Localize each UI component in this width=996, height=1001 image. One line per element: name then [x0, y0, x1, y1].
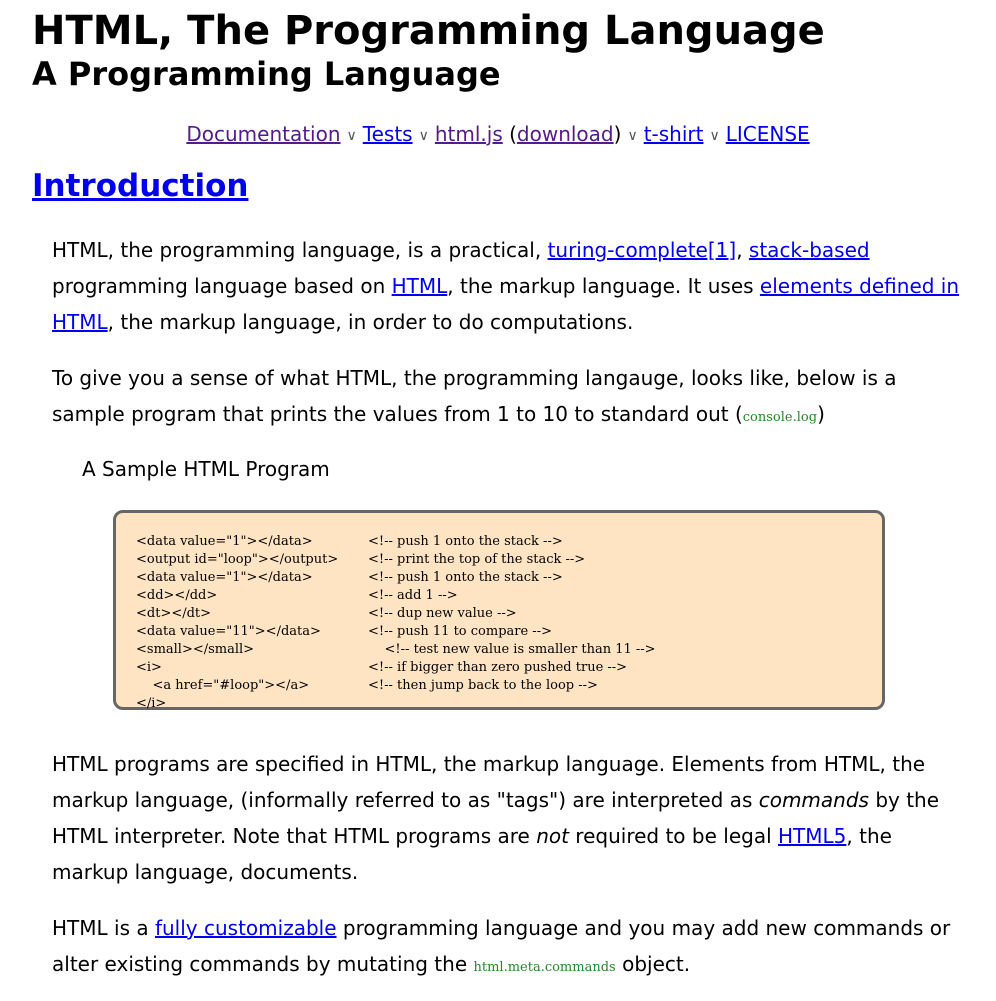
text: ): [817, 402, 825, 426]
code-comment: <!-- print the top of the stack -->: [368, 552, 586, 567]
code-comment: <!-- dup new value -->: [368, 606, 517, 621]
nav-link-tests[interactable]: Tests: [363, 122, 413, 146]
separator-icon: ∨: [418, 128, 429, 144]
code-statement: <data value="1"></data>: [136, 534, 313, 549]
code-line: <small></small> <!-- test new value is s…: [136, 641, 882, 659]
intro-paragraph-4: HTML is a fully customizable programming…: [32, 910, 964, 986]
nav-link-htmljs[interactable]: html.js: [435, 122, 503, 146]
page-subtitle: A Programming Language: [32, 55, 501, 93]
nav-link-download[interactable]: download: [517, 122, 614, 146]
nav-link-tshirt[interactable]: t-shirt: [644, 122, 704, 146]
link-stack-based[interactable]: stack-based: [749, 238, 870, 262]
code-statement: <dt></dt>: [136, 606, 212, 621]
nav-bar: Documentation ∨ Tests ∨ html.js (download) ∨ t…: [32, 120, 964, 150]
link-turing-complete[interactable]: turing-complete[1]: [548, 238, 737, 262]
separator-icon: ∨: [627, 128, 638, 144]
code-comment: <!-- push 11 to compare -->: [368, 624, 552, 639]
text: ,: [736, 238, 749, 262]
link-fully-customizable[interactable]: fully customizable: [155, 916, 337, 940]
text: object.: [615, 952, 691, 976]
text: HTML, the programming language, is a pra…: [52, 238, 548, 262]
intro-paragraph-1: HTML, the programming language, is a pra…: [32, 232, 964, 340]
separator-icon: ∨: [709, 128, 720, 144]
text: , the markup language, in order to do co…: [107, 310, 634, 334]
nav-link-documentation[interactable]: Documentation: [186, 122, 340, 146]
code-line: <dd></dd> <!-- add 1 -->: [136, 587, 882, 605]
text: , the markup language. It uses: [447, 274, 760, 298]
code-statement: <dd></dd>: [136, 588, 218, 603]
code-comment: <!-- push 1 onto the stack -->: [368, 534, 563, 549]
code-statement: <a href="#loop"></a>: [136, 678, 310, 693]
text: required to be legal: [568, 824, 778, 848]
code-comment: <!-- then jump back to the loop -->: [368, 678, 598, 693]
link-html[interactable]: HTML: [392, 274, 448, 298]
paren-close: ): [613, 122, 622, 146]
code-line: <data value="1"></data> <!-- push 1 onto …: [136, 569, 882, 587]
emphasis-commands: commands: [758, 788, 869, 812]
intro-paragraph-2: To give you a sense of what HTML, the pr…: [32, 360, 964, 436]
code-sample-box: <data value="1"></data> <!-- push 1 onto …: [113, 510, 885, 713]
code-caption: A Sample HTML Program: [82, 457, 330, 481]
inline-code-console-log: console.log: [742, 410, 818, 425]
code-statement: </i>: [136, 696, 167, 711]
code-comment: <!-- if bigger than zero pushed true -->: [368, 660, 628, 675]
text: programming language based on: [52, 274, 392, 298]
separator-icon: ∨: [346, 128, 357, 144]
code-line: </i>: [136, 695, 882, 713]
text: HTML is a: [52, 916, 155, 940]
code-comment: <!-- add 1 -->: [368, 588, 458, 603]
code-line: <data value="1"></data> <!-- push 1 onto …: [136, 533, 882, 551]
intro-paragraph-3: HTML programs are specified in HTML, the…: [32, 746, 964, 890]
link-html5[interactable]: HTML5: [778, 824, 846, 848]
introduction-anchor-link[interactable]: Introduction: [32, 168, 248, 204]
code-line: <dt></dt> <!-- dup new value -->: [136, 605, 882, 623]
code-line: <data value="11"></data> <!-- push 11 to …: [136, 623, 882, 641]
code-line: <output id="loop"></output> <!-- print th…: [136, 551, 882, 569]
page: HTML, The Programming Language A Program…: [0, 0, 996, 986]
section-heading-introduction: Introduction: [32, 164, 964, 208]
paren-open: (: [502, 122, 517, 146]
code-line: <a href="#loop"></a> <!-- then jump back …: [136, 677, 882, 695]
page-title: HTML, The Programming Language: [32, 8, 825, 54]
emphasis-not: not: [536, 824, 569, 848]
code-comment: <!-- push 1 onto the stack -->: [368, 570, 563, 585]
code-statement: <output id="loop"></output>: [136, 552, 339, 567]
nav-link-license[interactable]: LICENSE: [726, 122, 810, 146]
code-line: <i> <!-- if bigger than zero pushed true …: [136, 659, 882, 677]
code-statement: <data value="1"></data>: [136, 570, 313, 585]
code-statement: <small></small>: [136, 642, 255, 657]
inline-code-html-meta-commands: html.meta.commands: [473, 960, 616, 975]
code-statement: <i>: [136, 660, 162, 675]
code-statement: <data value="11"></data>: [136, 624, 321, 639]
code-comment: <!-- test new value is smaller than 11 -…: [368, 642, 656, 657]
